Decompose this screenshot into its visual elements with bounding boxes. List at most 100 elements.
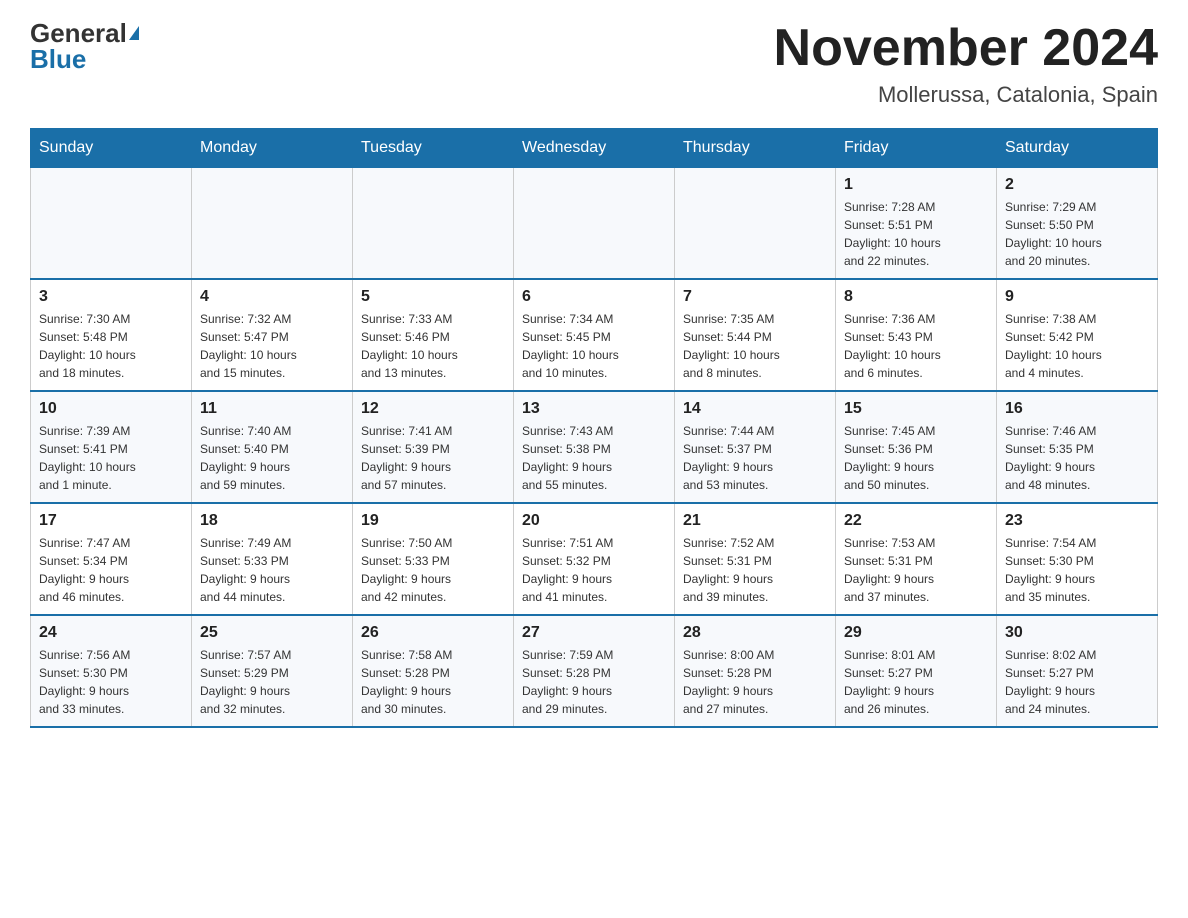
day-cell: 6 Sunrise: 7:34 AM Sunset: 5:45 PM Daylig… <box>514 279 675 391</box>
day-cell: 11Sunrise: 7:40 AM Sunset: 5:40 PM Dayli… <box>192 391 353 503</box>
day-info: Sunrise: 7:50 AM Sunset: 5:33 PM Dayligh… <box>361 534 505 606</box>
day-cell: 14 Sunrise: 7:44 AM Sunset: 5:37 PM Dayli… <box>675 391 836 503</box>
day-number: 5 <box>361 288 505 306</box>
day-info: Sunrise: 7:56 AM Sunset: 5:30 PM Dayligh… <box>39 646 183 718</box>
day-number: 17 <box>39 512 183 530</box>
day-info: Sunrise: 7:29 AM Sunset: 5:50 PM Dayligh… <box>1005 198 1149 270</box>
day-info: Sunrise: 7:44 AM Sunset: 5:37 PM Dayligh… <box>683 422 827 494</box>
day-info: Sunrise: 7:43 AM Sunset: 5:38 PM Dayligh… <box>522 422 666 494</box>
day-cell: 24 Sunrise: 7:56 AM Sunset: 5:30 PM Dayli… <box>31 615 192 727</box>
day-info: Sunrise: 7:34 AM Sunset: 5:45 PM Dayligh… <box>522 310 666 382</box>
day-cell: 7Sunrise: 7:35 AM Sunset: 5:44 PM Daylig… <box>675 279 836 391</box>
day-info: Sunrise: 8:00 AM Sunset: 5:28 PM Dayligh… <box>683 646 827 718</box>
day-info: Sunrise: 7:57 AM Sunset: 5:29 PM Dayligh… <box>200 646 344 718</box>
day-number: 23 <box>1005 512 1149 530</box>
day-number: 2 <box>1005 176 1149 194</box>
logo-blue-text: Blue <box>30 44 86 74</box>
day-info: Sunrise: 7:41 AM Sunset: 5:39 PM Dayligh… <box>361 422 505 494</box>
logo: General Blue <box>30 20 139 73</box>
day-cell: 3 Sunrise: 7:30 AM Sunset: 5:48 PM Daylig… <box>31 279 192 391</box>
week-row-4: 17 Sunrise: 7:47 AM Sunset: 5:34 PM Dayli… <box>31 503 1158 615</box>
day-info: Sunrise: 7:28 AM Sunset: 5:51 PM Dayligh… <box>844 198 988 270</box>
day-info: Sunrise: 7:54 AM Sunset: 5:30 PM Dayligh… <box>1005 534 1149 606</box>
location-title: Mollerussa, Catalonia, Spain <box>774 82 1158 108</box>
day-number: 27 <box>522 624 666 642</box>
day-number: 7 <box>683 288 827 306</box>
day-info: Sunrise: 7:36 AM Sunset: 5:43 PM Dayligh… <box>844 310 988 382</box>
day-cell: 12Sunrise: 7:41 AM Sunset: 5:39 PM Dayli… <box>353 391 514 503</box>
day-number: 4 <box>200 288 344 306</box>
day-info: Sunrise: 7:32 AM Sunset: 5:47 PM Dayligh… <box>200 310 344 382</box>
day-number: 15 <box>844 400 988 418</box>
header-day-thursday: Thursday <box>675 129 836 168</box>
day-info: Sunrise: 7:51 AM Sunset: 5:32 PM Dayligh… <box>522 534 666 606</box>
day-cell <box>675 168 836 280</box>
day-cell: 30Sunrise: 8:02 AM Sunset: 5:27 PM Dayli… <box>997 615 1158 727</box>
day-cell: 5 Sunrise: 7:33 AM Sunset: 5:46 PM Daylig… <box>353 279 514 391</box>
day-info: Sunrise: 7:30 AM Sunset: 5:48 PM Dayligh… <box>39 310 183 382</box>
day-info: Sunrise: 7:46 AM Sunset: 5:35 PM Dayligh… <box>1005 422 1149 494</box>
day-cell: 26Sunrise: 7:58 AM Sunset: 5:28 PM Dayli… <box>353 615 514 727</box>
day-info: Sunrise: 7:59 AM Sunset: 5:28 PM Dayligh… <box>522 646 666 718</box>
title-block: November 2024 Mollerussa, Catalonia, Spa… <box>774 20 1158 108</box>
day-number: 1 <box>844 176 988 194</box>
day-cell: 10 Sunrise: 7:39 AM Sunset: 5:41 PM Dayli… <box>31 391 192 503</box>
day-number: 20 <box>522 512 666 530</box>
header-day-monday: Monday <box>192 129 353 168</box>
day-info: Sunrise: 7:47 AM Sunset: 5:34 PM Dayligh… <box>39 534 183 606</box>
day-info: Sunrise: 7:38 AM Sunset: 5:42 PM Dayligh… <box>1005 310 1149 382</box>
day-number: 16 <box>1005 400 1149 418</box>
day-number: 25 <box>200 624 344 642</box>
day-number: 21 <box>683 512 827 530</box>
logo-general-text: General <box>30 20 127 46</box>
day-cell: 27 Sunrise: 7:59 AM Sunset: 5:28 PM Dayli… <box>514 615 675 727</box>
day-cell: 4 Sunrise: 7:32 AM Sunset: 5:47 PM Daylig… <box>192 279 353 391</box>
day-number: 18 <box>200 512 344 530</box>
day-info: Sunrise: 7:39 AM Sunset: 5:41 PM Dayligh… <box>39 422 183 494</box>
day-cell <box>31 168 192 280</box>
day-number: 19 <box>361 512 505 530</box>
day-info: Sunrise: 7:45 AM Sunset: 5:36 PM Dayligh… <box>844 422 988 494</box>
week-row-2: 3 Sunrise: 7:30 AM Sunset: 5:48 PM Daylig… <box>31 279 1158 391</box>
header-day-wednesday: Wednesday <box>514 129 675 168</box>
day-cell: 19 Sunrise: 7:50 AM Sunset: 5:33 PM Dayli… <box>353 503 514 615</box>
day-info: Sunrise: 8:02 AM Sunset: 5:27 PM Dayligh… <box>1005 646 1149 718</box>
logo-triangle-icon <box>129 26 139 40</box>
day-cell: 23 Sunrise: 7:54 AM Sunset: 5:30 PM Dayli… <box>997 503 1158 615</box>
week-row-3: 10 Sunrise: 7:39 AM Sunset: 5:41 PM Dayli… <box>31 391 1158 503</box>
day-info: Sunrise: 7:52 AM Sunset: 5:31 PM Dayligh… <box>683 534 827 606</box>
calendar-table: SundayMondayTuesdayWednesdayThursdayFrid… <box>30 128 1158 728</box>
week-row-1: 1 Sunrise: 7:28 AM Sunset: 5:51 PM Daylig… <box>31 168 1158 280</box>
day-number: 3 <box>39 288 183 306</box>
day-cell: 15 Sunrise: 7:45 AM Sunset: 5:36 PM Dayli… <box>836 391 997 503</box>
day-cell: 29Sunrise: 8:01 AM Sunset: 5:27 PM Dayli… <box>836 615 997 727</box>
day-number: 8 <box>844 288 988 306</box>
day-info: Sunrise: 7:40 AM Sunset: 5:40 PM Dayligh… <box>200 422 344 494</box>
day-info: Sunrise: 7:33 AM Sunset: 5:46 PM Dayligh… <box>361 310 505 382</box>
day-cell: 20 Sunrise: 7:51 AM Sunset: 5:32 PM Dayli… <box>514 503 675 615</box>
day-cell: 1 Sunrise: 7:28 AM Sunset: 5:51 PM Daylig… <box>836 168 997 280</box>
day-number: 29 <box>844 624 988 642</box>
day-cell <box>514 168 675 280</box>
day-number: 22 <box>844 512 988 530</box>
day-info: Sunrise: 7:58 AM Sunset: 5:28 PM Dayligh… <box>361 646 505 718</box>
day-cell <box>192 168 353 280</box>
header-row: SundayMondayTuesdayWednesdayThursdayFrid… <box>31 129 1158 168</box>
day-cell: 28 Sunrise: 8:00 AM Sunset: 5:28 PM Dayli… <box>675 615 836 727</box>
header-day-saturday: Saturday <box>997 129 1158 168</box>
day-cell: 2 Sunrise: 7:29 AM Sunset: 5:50 PM Daylig… <box>997 168 1158 280</box>
calendar-header: SundayMondayTuesdayWednesdayThursdayFrid… <box>31 129 1158 168</box>
month-title: November 2024 <box>774 20 1158 77</box>
calendar-body: 1 Sunrise: 7:28 AM Sunset: 5:51 PM Daylig… <box>31 168 1158 728</box>
day-cell: 25 Sunrise: 7:57 AM Sunset: 5:29 PM Dayli… <box>192 615 353 727</box>
header-day-friday: Friday <box>836 129 997 168</box>
day-number: 14 <box>683 400 827 418</box>
day-cell: 18Sunrise: 7:49 AM Sunset: 5:33 PM Dayli… <box>192 503 353 615</box>
day-number: 6 <box>522 288 666 306</box>
day-number: 10 <box>39 400 183 418</box>
day-number: 28 <box>683 624 827 642</box>
day-cell <box>353 168 514 280</box>
day-cell: 13Sunrise: 7:43 AM Sunset: 5:38 PM Dayli… <box>514 391 675 503</box>
day-number: 24 <box>39 624 183 642</box>
header-day-sunday: Sunday <box>31 129 192 168</box>
